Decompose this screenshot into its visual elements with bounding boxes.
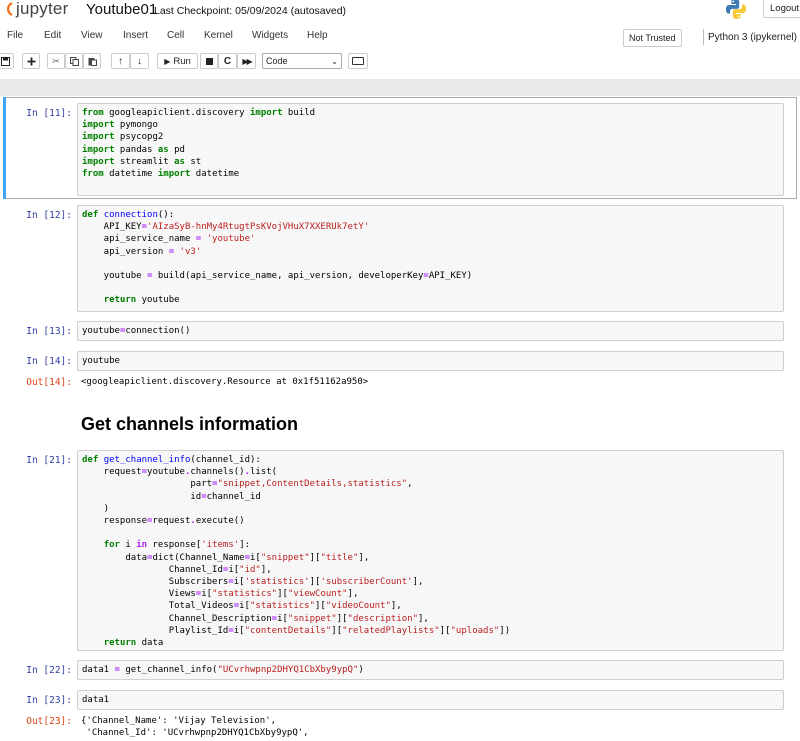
insert-cell-button[interactable]: [22, 53, 40, 69]
code-editor[interactable]: def get_channel_info(channel_id): reques…: [78, 451, 783, 650]
input-prompt: In [14]:: [26, 356, 72, 367]
jupyter-logo[interactable]: jupyter: [0, 0, 68, 20]
restart-run-all-button[interactable]: ▶▶: [237, 53, 256, 69]
code-cell-input[interactable]: from googleapiclient.discovery import bu…: [77, 103, 784, 196]
move-down-icon: ↓: [137, 55, 142, 67]
menu-cell[interactable]: Cell: [167, 30, 184, 41]
toolbar: ✂ ↑ ↓ ▶ Run C ▶▶ Code ⌄: [0, 51, 800, 73]
cell-type-select[interactable]: Code ⌄: [262, 53, 342, 69]
input-prompt: In [21]:: [26, 455, 72, 466]
command-palette-button[interactable]: [348, 53, 368, 69]
save-button[interactable]: [0, 53, 14, 69]
notebook-name[interactable]: Youtube01: [86, 1, 157, 18]
kernel-indicator: Python 3 (ipykernel): [703, 29, 800, 45]
restart-button[interactable]: C: [218, 53, 237, 69]
code-editor[interactable]: from googleapiclient.discovery import bu…: [78, 104, 783, 183]
menu-widgets[interactable]: Widgets: [252, 30, 288, 41]
input-prompt: In [11]:: [26, 108, 72, 119]
input-prompt: In [22]:: [26, 665, 72, 676]
code-editor[interactable]: youtube=connection(): [78, 322, 783, 340]
fast-forward-icon: ▶▶: [242, 56, 252, 66]
checkpoint-status: Last Checkpoint: 05/09/2024 (autosaved): [154, 5, 347, 17]
code-editor[interactable]: def connection(): API_KEY='AIzaSyB-hnMy4…: [78, 206, 783, 310]
code-cell-input[interactable]: def get_channel_info(channel_id): reques…: [77, 450, 784, 651]
output-prompt: Out[23]:: [26, 716, 72, 727]
paste-icon: [88, 57, 97, 66]
input-prompt: In [23]:: [26, 695, 72, 706]
trust-indicator[interactable]: Not Trusted: [623, 29, 682, 47]
interrupt-button[interactable]: [200, 53, 218, 69]
python-logo-icon: [726, 0, 746, 20]
run-button[interactable]: ▶ Run: [157, 53, 198, 69]
move-up-button[interactable]: ↑: [111, 53, 130, 69]
code-cell-input[interactable]: def connection(): API_KEY='AIzaSyB-hnMy4…: [77, 205, 784, 312]
output-prompt: Out[14]:: [26, 377, 72, 388]
kernel-name: Python 3 (ipykernel): [708, 31, 797, 43]
code-editor[interactable]: youtube: [78, 352, 783, 370]
brand-text: jupyter: [16, 0, 69, 18]
jupyter-orbit-icon: [7, 1, 13, 17]
code-cell-input[interactable]: youtube: [77, 351, 784, 371]
code-editor[interactable]: data1 = get_channel_info("UCvrhwpnp2DHYQ…: [78, 661, 783, 679]
paste-button[interactable]: [83, 53, 101, 69]
cut-button[interactable]: ✂: [47, 53, 65, 69]
copy-icon: [69, 56, 79, 66]
move-down-button[interactable]: ↓: [130, 53, 149, 69]
chevron-down-icon: ⌄: [331, 56, 338, 66]
cell-output: {'Channel_Name': 'Vijay Television', 'Ch…: [81, 716, 309, 739]
keyboard-icon: [352, 57, 364, 65]
menu-view[interactable]: View: [81, 30, 103, 41]
code-editor[interactable]: data1: [78, 691, 783, 709]
code-cell-input[interactable]: data1: [77, 690, 784, 710]
cell-output: <googleapiclient.discovery.Resource at 0…: [81, 377, 369, 387]
copy-button[interactable]: [65, 53, 83, 69]
input-prompt: In [13]:: [26, 326, 72, 337]
move-up-icon: ↑: [118, 55, 123, 67]
restart-icon: C: [223, 55, 232, 67]
menu-edit[interactable]: Edit: [44, 30, 61, 41]
code-cell-input[interactable]: data1 = get_channel_info("UCvrhwpnp2DHYQ…: [77, 660, 784, 680]
stop-icon: [205, 57, 213, 65]
menu-help[interactable]: Help: [307, 30, 328, 41]
code-cell-input[interactable]: youtube=connection(): [77, 321, 784, 341]
save-icon: [1, 56, 10, 66]
run-icon: ▶: [164, 56, 171, 66]
markdown-heading: Get channels information: [81, 414, 299, 434]
header: jupyter Youtube01 Last Checkpoint: 05/09…: [0, 0, 800, 22]
menu-kernel[interactable]: Kernel: [204, 30, 233, 41]
plus-icon: [27, 57, 35, 65]
logout-button[interactable]: Logout: [763, 0, 800, 18]
run-label: Run: [173, 55, 191, 67]
cut-icon: ✂: [52, 55, 60, 66]
notebook-top-gutter: [0, 79, 800, 96]
menu-insert[interactable]: Insert: [123, 30, 148, 41]
input-prompt: In [12]:: [26, 210, 72, 221]
menu-file[interactable]: File: [7, 30, 23, 41]
cell-type-value: Code: [266, 56, 288, 66]
